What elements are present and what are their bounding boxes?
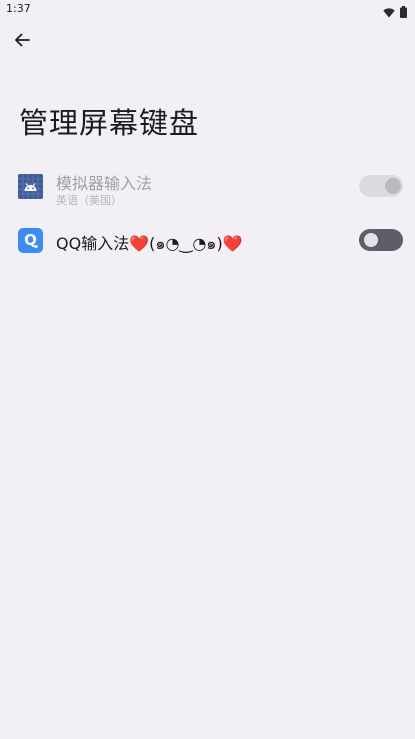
keyboard-name: 模拟器输入法 [56, 174, 153, 193]
wifi-icon [383, 3, 395, 22]
keyboard-toggle-emulator[interactable] [359, 175, 403, 197]
back-button[interactable] [8, 28, 36, 56]
status-bar: 1:37 [0, 0, 415, 20]
android-keyboard-icon [18, 174, 43, 199]
keyboard-name: QQ输入法❤️(๑◔‿◔๑)❤️ [56, 234, 243, 253]
toggle-knob [385, 178, 401, 194]
keyboard-toggle-qq[interactable] [359, 229, 403, 251]
keyboard-row-qq[interactable]: Q QQ输入法❤️(๑◔‿◔๑)❤️ [0, 220, 415, 260]
toggle-knob [364, 233, 378, 247]
keyboard-subtitle: 英语（美国） [56, 194, 122, 207]
arrow-back-icon [14, 32, 30, 52]
page-title: 管理屏幕键盘 [19, 106, 200, 140]
status-time: 1:37 [6, 2, 31, 15]
status-icons [383, 3, 407, 22]
qq-input-icon: Q [18, 228, 43, 253]
battery-icon [400, 3, 407, 22]
keyboard-row-emulator: 模拟器输入法 英语（美国） [0, 160, 415, 214]
